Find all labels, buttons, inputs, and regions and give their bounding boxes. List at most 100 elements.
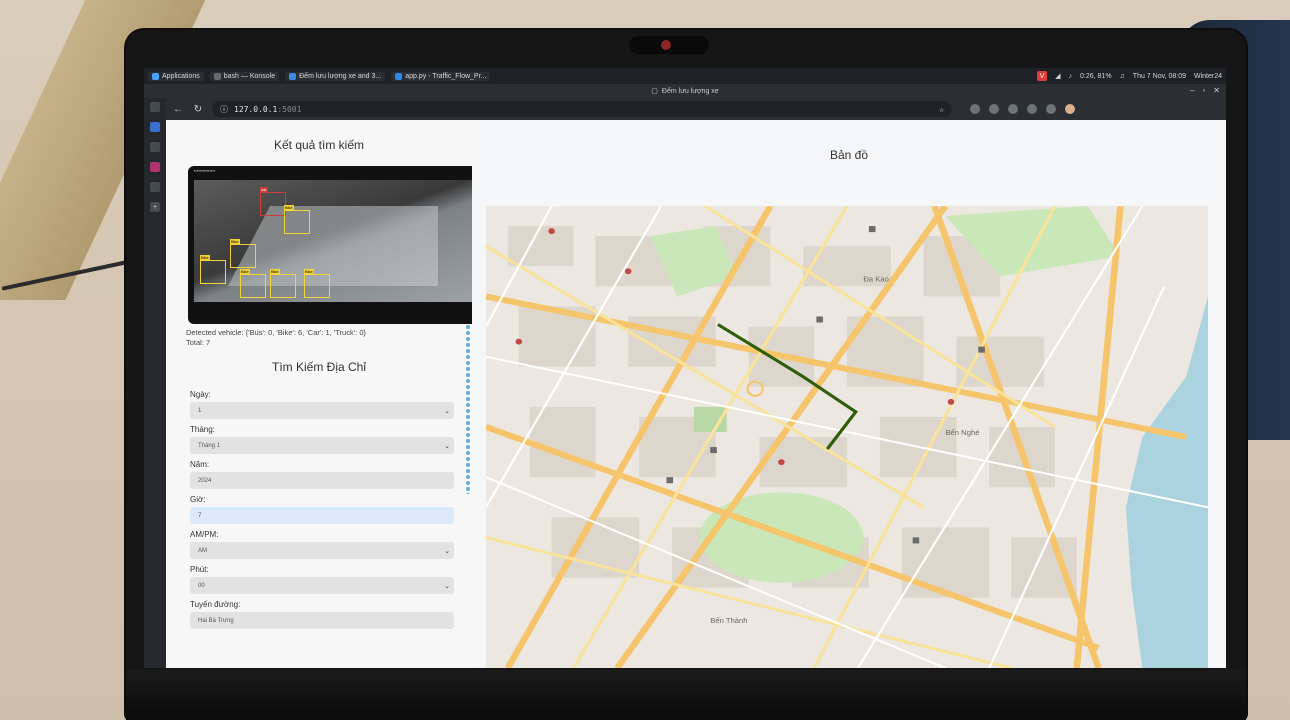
- back-icon[interactable]: ←: [172, 104, 184, 115]
- detection-label: Bike: [304, 269, 314, 274]
- terminal-icon: [213, 72, 221, 80]
- month-value: Tháng 1: [198, 442, 221, 449]
- detection-label: Bike: [284, 205, 294, 210]
- hour-value: 7: [198, 512, 202, 519]
- navigation-bar: ← ↻ ⓘ 127.0.0.1:5001 ☆: [166, 98, 1226, 120]
- detection-box-bike: Bike: [200, 255, 226, 284]
- district-label: Bến Nghé: [945, 428, 979, 437]
- taskbar: Applications bash — Konsole Đếm lưu lượn…: [144, 68, 1226, 84]
- battery-status[interactable]: 0:26, 81%: [1080, 73, 1112, 80]
- web-page: Kết quả tìm kiếm ▪▪▪▪▪▪▪▪▪▪▪▪▪▪▪ car Bik…: [166, 120, 1226, 668]
- vehicle-summary: Detected vehicle: {'Bus': 0, 'Bike': 6, …: [186, 328, 458, 348]
- detection-box-car: car: [260, 187, 286, 216]
- mail-icon[interactable]: [150, 162, 160, 172]
- star-icon[interactable]: ☆: [939, 105, 944, 114]
- task-browser[interactable]: Đếm lưu lượng xe and 3...: [285, 71, 386, 81]
- url-port: :5001: [277, 104, 302, 114]
- day-select[interactable]: 1 ⌄: [190, 402, 454, 419]
- close-icon[interactable]: ✕: [1213, 86, 1220, 95]
- detection-label: car: [260, 187, 268, 192]
- street-field: Tuyến đường: Hai Bà Trưng: [190, 600, 454, 629]
- task-label: Đếm lưu lượng xe and 3...: [299, 72, 382, 80]
- day-label: Ngày:: [190, 390, 211, 399]
- detection-label: Bike: [200, 255, 210, 260]
- wifi-icon[interactable]: ◢: [1055, 72, 1060, 80]
- district-label: Đa Kao: [863, 275, 889, 284]
- vertical-tabs: +: [144, 98, 166, 668]
- apps-label: Applications: [162, 72, 200, 80]
- minimize-icon[interactable]: –: [1190, 86, 1194, 95]
- video-caption: ▪▪▪▪▪▪▪▪▪▪▪▪▪▪▪: [194, 168, 216, 173]
- extension-icon[interactable]: [1027, 104, 1037, 114]
- webcam-led: [661, 40, 671, 50]
- hour-input[interactable]: 7: [190, 507, 454, 524]
- panel-icon[interactable]: [150, 102, 160, 112]
- task-label: app.py - Traffic_Flow_Pr...: [405, 72, 487, 80]
- right-panel: Bản đồ Bến Nghé Đa Kao Bến Thành: [472, 120, 1226, 668]
- year-label: Năm:: [190, 460, 210, 469]
- ampm-value: AM: [198, 547, 207, 554]
- applications-menu[interactable]: Applications: [148, 71, 204, 81]
- extension-icon[interactable]: [1046, 104, 1056, 114]
- notes-icon[interactable]: [150, 182, 160, 192]
- ampm-label: AM/PM:: [190, 530, 219, 539]
- street-label: Tuyến đường:: [190, 600, 241, 609]
- year-input[interactable]: 2024: [190, 472, 454, 489]
- search-form-heading: Tìm Kiếm Địa Chỉ: [271, 360, 366, 374]
- bookmark-icon[interactable]: [150, 122, 160, 132]
- laptop-bottom-bezel: [126, 670, 1246, 720]
- vivaldi-tray-icon[interactable]: V: [1037, 71, 1048, 81]
- address-bar[interactable]: ⓘ 127.0.0.1:5001 ☆: [212, 101, 952, 117]
- maximize-icon[interactable]: ▫: [1202, 86, 1205, 95]
- laptop: Applications bash — Konsole Đếm lưu lượn…: [126, 30, 1246, 720]
- screen: Applications bash — Konsole Đếm lưu lượn…: [144, 68, 1226, 668]
- hour-label: Giờ:: [190, 495, 206, 504]
- minute-field: Phút: 00 ⌄: [190, 565, 454, 594]
- site-info-icon[interactable]: ⓘ: [220, 104, 228, 115]
- extension-icon[interactable]: [1008, 104, 1018, 114]
- minute-label: Phút:: [190, 565, 209, 574]
- detection-video[interactable]: ▪▪▪▪▪▪▪▪▪▪▪▪▪▪▪ car Bike Bike Bike Bike …: [188, 166, 478, 324]
- detection-label: Bike: [240, 269, 250, 274]
- street-input[interactable]: Hai Bà Trưng: [190, 612, 454, 629]
- detection-box-bike: Bike: [304, 269, 330, 298]
- district-label: Bến Thành: [710, 616, 747, 625]
- url-host: 127.0.0.1: [234, 104, 278, 114]
- volume-icon[interactable]: ♪: [1069, 73, 1073, 80]
- task-konsole[interactable]: bash — Konsole: [209, 71, 280, 81]
- reload-icon[interactable]: ↻: [192, 104, 204, 115]
- minute-select[interactable]: 00 ⌄: [190, 577, 454, 594]
- bell-icon[interactable]: ♫: [1120, 73, 1125, 80]
- day-field: Ngày: 1 ⌄: [190, 390, 454, 419]
- year-value: 2024: [198, 477, 212, 484]
- clock[interactable]: Thu 7 Nov, 08:09: [1133, 73, 1186, 80]
- webcam: [629, 36, 709, 54]
- map-view[interactable]: Bến Nghé Đa Kao Bến Thành: [486, 206, 1208, 668]
- profile-avatar[interactable]: [1065, 104, 1075, 114]
- left-panel: Kết quả tìm kiếm ▪▪▪▪▪▪▪▪▪▪▪▪▪▪▪ car Bik…: [166, 120, 478, 668]
- ampm-select[interactable]: AM ⌄: [190, 542, 454, 559]
- detected-vehicle-text: Detected vehicle: {'Bus': 0, 'Bike': 6, …: [186, 328, 367, 337]
- ampm-field: AM/PM: AM ⌄: [190, 530, 454, 559]
- history-icon[interactable]: [150, 142, 160, 152]
- vscode-icon: [395, 72, 403, 80]
- detection-box-bike: Bike: [284, 205, 310, 234]
- month-select[interactable]: Tháng 1 ⌄: [190, 437, 454, 454]
- map-heading: Bản đồ: [829, 148, 869, 162]
- detection-box-bike: Bike: [270, 269, 296, 298]
- system-tray: V ◢ ♪ 0:26, 81% ♫ Thu 7 Nov, 08:09 Winte…: [1037, 71, 1222, 81]
- window-controls: – ▫ ✕: [1190, 86, 1220, 95]
- detection-box-bike: Bike: [230, 239, 256, 268]
- user-name[interactable]: Winter24: [1194, 73, 1222, 80]
- add-panel-icon[interactable]: +: [150, 202, 160, 212]
- chevron-down-icon: ⌄: [444, 442, 450, 450]
- extension-icon[interactable]: [989, 104, 999, 114]
- detection-label: Bike: [270, 269, 280, 274]
- page-icon: ▢: [651, 88, 658, 95]
- month-field: Tháng: Tháng 1 ⌄: [190, 425, 454, 454]
- extension-icon[interactable]: [970, 104, 980, 114]
- browser-icon: [289, 72, 297, 80]
- total-text: Total: 7: [186, 338, 211, 347]
- task-vscode[interactable]: app.py - Traffic_Flow_Pr...: [391, 71, 491, 81]
- year-field: Năm: 2024: [190, 460, 454, 489]
